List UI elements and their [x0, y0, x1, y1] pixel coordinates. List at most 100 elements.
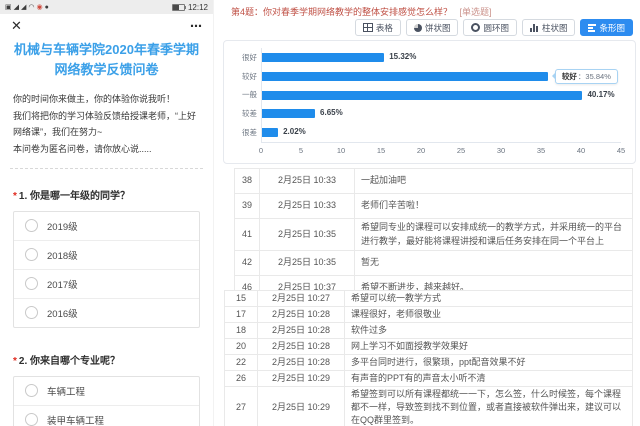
option-row[interactable]: 2016级 — [14, 299, 199, 327]
answer-row: 262月25日 10:29有声音的PPT有的声音太小听不清 — [225, 371, 633, 387]
results-panel: 第4题：你对春季学期网络教学的整体安排感觉怎么样？ [单选题] 表格 饼状图 圆环图… — [213, 0, 640, 426]
question-header-text: 第4题：你对春季学期网络教学的整体安排感觉怎么样？ — [231, 7, 452, 17]
axis-tick-label: 20 — [417, 146, 425, 155]
bar-value-label: 15.32% — [389, 52, 416, 61]
required-asterisk: * — [13, 191, 17, 202]
chart-type-toolbar: 表格 饼状图 圆环图 柱状图 条形图 — [355, 19, 633, 36]
row-id: 41 — [235, 219, 260, 251]
wifi-icon: ◠ — [28, 4, 34, 11]
view-button-column-chart[interactable]: 柱状图 — [522, 19, 576, 36]
view-button-donut-chart[interactable]: 圆环图 — [463, 19, 517, 36]
answer-row: 412月25日 10:35希望同专业的课程可以安排成统一的教学方式，并采用统一的… — [235, 219, 633, 251]
row-date: 2月25日 10:28 — [258, 339, 345, 355]
answers-table-1-wrap: 382月25日 10:33一起加油吧392月25日 10:33老师们辛苦啦！41… — [234, 168, 633, 301]
status-right: 12:12 — [172, 3, 208, 12]
row-date: 2月25日 10:27 — [258, 291, 345, 307]
column-chart-icon — [530, 24, 539, 32]
option-label: 2019级 — [47, 219, 78, 233]
option-row[interactable]: 2017级 — [14, 270, 199, 299]
row-content: 希望同专业的课程可以安排成统一的教学方式，并采用统一的平台进行教学，最好能将课程… — [355, 219, 633, 251]
radio-icon[interactable] — [25, 277, 38, 290]
tooltip-label: 较好 — [562, 72, 577, 81]
question-1-title: *1. 你是哪一年级的同学？ — [13, 187, 200, 202]
screen: ▣◢◢◠◉● 12:12 ✕ ⋯ 机械与车辆学院2020年春季学期网络教学反馈问… — [0, 0, 640, 426]
chart-bar[interactable] — [262, 72, 548, 81]
question-2-options: 车辆工程装甲车辆工程 — [13, 376, 200, 426]
radio-icon[interactable] — [25, 306, 38, 319]
radio-icon[interactable] — [25, 413, 38, 426]
answer-row: 172月25日 10:28课程很好，老师很敬业 — [225, 307, 633, 323]
chart-bar[interactable] — [262, 53, 384, 62]
row-date: 2月25日 10:33 — [260, 169, 355, 194]
answer-row: 382月25日 10:33一起加油吧 — [235, 169, 633, 194]
axis-tick-label: 0 — [259, 146, 263, 155]
answer-row: 422月25日 10:35暂无 — [235, 251, 633, 276]
row-id: 38 — [235, 169, 260, 194]
row-date: 2月25日 10:28 — [258, 355, 345, 371]
option-row[interactable]: 2018级 — [14, 241, 199, 270]
intro-line: 我们将把你的学习体验反馈给授课老师，“上好网络课”，我们在努力~ — [13, 108, 200, 141]
button-label: 圆环图 — [483, 22, 509, 34]
battery-icon — [172, 4, 185, 11]
axis-tick-label: 45 — [617, 146, 625, 155]
row-id: 26 — [225, 371, 258, 387]
axis-tick-label: 25 — [457, 146, 465, 155]
row-date: 2月25日 10:28 — [258, 307, 345, 323]
signal-icon: ◢ — [14, 4, 19, 11]
button-label: 饼状图 — [425, 22, 451, 34]
row-date: 2月25日 10:28 — [258, 323, 345, 339]
survey-intro: 你的时间你来做主，你的体验你说我听！ 我们将把你的学习体验反馈给授课老师，“上好… — [0, 79, 213, 160]
bar-value-label: 40.17% — [587, 90, 614, 99]
button-label: 条形图 — [599, 22, 625, 34]
answer-row: 152月25日 10:27希望可以统一教学方式 — [225, 291, 633, 307]
option-row[interactable]: 装甲车辆工程 — [14, 406, 199, 426]
button-label: 表格 — [376, 22, 393, 34]
pie-chart-icon — [414, 24, 422, 32]
close-icon[interactable]: ✕ — [11, 18, 22, 34]
axis-tick-label: 30 — [497, 146, 505, 155]
view-button-bar-chart[interactable]: 条形图 — [580, 19, 633, 36]
row-content: 希望签到可以所有课程都统一一下，怎么签，什么时候签，每个课程都不一样，导致签到找… — [345, 387, 633, 426]
category-label: 较差 — [230, 104, 257, 123]
radio-icon[interactable] — [25, 219, 38, 232]
question-header: 第4题：你对春季学期网络教学的整体安排感觉怎么样？ [单选题] — [214, 0, 640, 18]
view-button-table[interactable]: 表格 — [355, 19, 401, 36]
more-icon[interactable]: ⋯ — [190, 19, 202, 33]
row-date: 2月25日 10:29 — [258, 371, 345, 387]
question-2: *2. 你来自哪个专业呢？ 车辆工程装甲车辆工程 — [0, 328, 213, 426]
chart-tooltip: 较好：35.84% — [555, 69, 618, 84]
axis-tick-label: 15 — [377, 146, 385, 155]
table-icon — [363, 23, 373, 32]
row-date: 2月25日 10:33 — [260, 194, 355, 219]
row-content: 软件过多 — [345, 323, 633, 339]
answer-row: 202月25日 10:28网上学习不如面授教学效果好 — [225, 339, 633, 355]
option-row[interactable]: 车辆工程 — [14, 377, 199, 406]
button-label: 柱状图 — [542, 22, 568, 34]
status-bar: ▣◢◢◠◉● 12:12 — [0, 0, 213, 14]
chart-bar[interactable] — [262, 109, 315, 118]
row-id: 22 — [225, 355, 258, 371]
category-label: 一般 — [230, 86, 257, 105]
bar-value-label: 6.65% — [320, 108, 343, 117]
chart-bar[interactable] — [262, 128, 278, 137]
survey-title: 机械与车辆学院2020年春季学期网络教学反馈问卷 — [0, 38, 213, 79]
row-content: 希望可以统一教学方式 — [345, 291, 633, 307]
view-button-pie-chart[interactable]: 饼状图 — [406, 19, 459, 36]
option-row[interactable]: 2019级 — [14, 212, 199, 241]
required-asterisk: * — [13, 356, 17, 367]
question-1-label: 1. 你是哪一年级的同学？ — [19, 191, 130, 202]
option-label: 2018级 — [47, 248, 78, 262]
row-id: 17 — [225, 307, 258, 323]
screenshot-icon: ▣ — [5, 4, 12, 11]
axis-tick-label: 10 — [337, 146, 345, 155]
radio-icon[interactable] — [25, 248, 38, 261]
intro-line: 本问卷为匿名问卷，请你放心说..... — [13, 141, 200, 158]
row-date: 2月25日 10:35 — [260, 219, 355, 251]
row-id: 27 — [225, 387, 258, 426]
answers-table-2-wrap: 152月25日 10:27希望可以统一教学方式172月25日 10:28课程很好… — [224, 290, 633, 426]
option-label: 车辆工程 — [47, 384, 85, 398]
chart-bar[interactable] — [262, 91, 582, 100]
axis-tick-label: 5 — [299, 146, 303, 155]
chart-x-axis: 051015202530354045 — [261, 144, 621, 156]
radio-icon[interactable] — [25, 384, 38, 397]
